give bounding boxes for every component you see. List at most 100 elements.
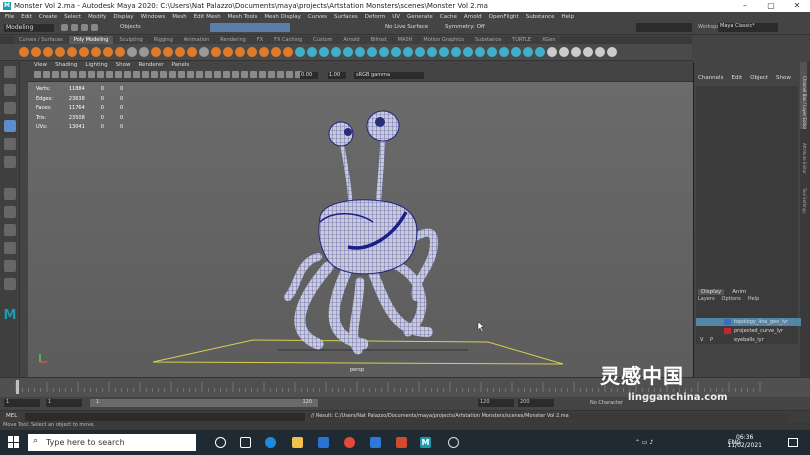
menu-deform[interactable]: Deform [365,14,385,20]
layout-hypershade-icon[interactable] [3,278,16,290]
file-explorer-icon[interactable] [292,437,303,448]
shelf-tool-icon[interactable] [403,47,413,57]
menu-mesh[interactable]: Mesh [172,14,186,20]
command-search-input[interactable] [636,23,692,32]
panel-menu-lighting[interactable]: Lighting [85,62,107,70]
layer-row[interactable]: projected_curve_lyr [696,327,801,335]
layer-visibility-toggle[interactable]: V [700,337,703,343]
panel-tool-icon[interactable] [97,71,104,78]
shelf-tab-bifrost[interactable]: Bifrost [365,36,392,44]
shelf-tool-icon[interactable] [331,47,341,57]
panel-tool-icon[interactable] [196,71,203,78]
start-time-input[interactable]: 1 [4,399,40,407]
menu-substance[interactable]: Substance [526,14,555,20]
shelf-tool-icon[interactable] [415,47,425,57]
shelf-tab-motion-graphics[interactable]: Motion Graphics [418,36,470,44]
shelf-tool-icon[interactable] [475,47,485,57]
store-icon[interactable] [396,437,407,448]
shelf-tool-icon[interactable] [91,47,101,57]
layer-color-swatch[interactable] [724,319,731,325]
layout-graph-icon[interactable] [3,260,16,272]
side-tab-attribute-editor[interactable]: Attribute Editor [800,129,807,174]
shelf-tool-icon[interactable] [31,47,41,57]
shelf-tab-turtle[interactable]: TURTLE [507,36,536,44]
shelf-tab-substance[interactable]: Substance [470,36,507,44]
shelf-tool-icon[interactable] [163,47,173,57]
edge-icon[interactable] [265,437,276,448]
range-start-input[interactable]: 1 [46,399,82,407]
panel-tool-icon[interactable] [223,71,230,78]
layer-tab-display[interactable]: Display [698,289,725,295]
range-bar[interactable]: 1 120 [90,399,318,407]
shelf-tool-icon[interactable] [499,47,509,57]
shelf-tool-icon[interactable] [151,47,161,57]
shelf-tool-icon[interactable] [391,47,401,57]
menu-edit-mesh[interactable]: Edit Mesh [194,14,221,20]
panel-tool-icon[interactable] [232,71,239,78]
panel-tool-icon[interactable] [133,71,140,78]
shelf-tool-icon[interactable] [451,47,461,57]
mail-icon[interactable] [370,437,381,448]
shelf-tool-icon[interactable] [343,47,353,57]
objects-dropdown[interactable]: Objects [120,24,141,30]
character-set-dropdown[interactable]: No Character [590,400,623,406]
menu-surfaces[interactable]: Surfaces [334,14,358,20]
live-surface-dropdown[interactable]: No Live Surface [385,24,428,30]
panel-tool-icon[interactable] [160,71,167,78]
shelf-tool-icon[interactable] [535,47,545,57]
shelf-tool-icon[interactable] [43,47,53,57]
layer-playback-toggle[interactable]: P [710,337,713,343]
tray-icons[interactable]: ⌃ ▭ ♪ [635,439,653,446]
shelf-tool-icon[interactable] [367,47,377,57]
shelf-tab-rigging[interactable]: Rigging [148,36,178,44]
shelf-tool-icon[interactable] [235,47,245,57]
colorspace-dropdown[interactable]: sRGB gamma [354,72,424,79]
layer-menu-layers[interactable]: Layers [698,296,715,302]
mode-dropdown[interactable]: Modeling [4,24,54,32]
side-tab-channel-box[interactable]: Channel Box / Layer Editor [800,62,807,130]
menu-generate[interactable]: Generate [407,14,433,20]
mel-command-input[interactable] [25,413,305,421]
panel-tool-icon[interactable] [187,71,194,78]
panel-tool-icon[interactable] [106,71,113,78]
layout-four-icon[interactable] [3,206,16,218]
mel-label[interactable]: MEL [6,413,17,419]
layer-menu-help[interactable]: Help [748,296,759,302]
menu-edit[interactable]: Edit [21,14,32,20]
shelf-tool-icon[interactable] [187,47,197,57]
shelf-tool-icon[interactable] [379,47,389,57]
layout-outliner-icon[interactable] [3,242,16,254]
panel-tool-icon[interactable] [250,71,257,78]
shelf-tool-icon[interactable] [295,47,305,57]
panel-tool-icon[interactable] [169,71,176,78]
layout-single-icon[interactable] [3,188,16,200]
shelf-tool-icon[interactable] [127,47,137,57]
channel-tab-channels[interactable]: Channels [698,75,723,81]
panel-tool-icon[interactable] [142,71,149,78]
panel-tool-icon[interactable] [79,71,86,78]
shelf-tab-sculpting[interactable]: Sculpting [114,36,148,44]
shelf-tool-icon[interactable] [523,47,533,57]
shelf-tool-icon[interactable] [175,47,185,57]
panel-tool-icon[interactable] [259,71,266,78]
menu-display[interactable]: Display [113,14,133,20]
gamma-input[interactable]: 1.00 [328,72,346,79]
shelf-tool-icon[interactable] [595,47,605,57]
symmetry-dropdown[interactable]: Symmetry: Off [445,24,485,30]
panel-menu-view[interactable]: View [34,62,47,70]
menu-mesh-tools[interactable]: Mesh Tools [228,14,258,20]
panel-tool-icon[interactable] [268,71,275,78]
system-clock[interactable]: 06:36 11/02/2021 [727,434,762,450]
shelf-tool-icon[interactable] [427,47,437,57]
shelf-tool-icon[interactable] [571,47,581,57]
workspace-dropdown[interactable]: Maya Classic* [718,23,778,32]
shelf-tool-icon[interactable] [463,47,473,57]
shelf-tool-icon[interactable] [103,47,113,57]
layout-side-icon[interactable] [3,224,16,236]
menu-cache[interactable]: Cache [440,14,457,20]
exposure-input[interactable]: 0.00 [300,72,318,79]
menu-modify[interactable]: Modify [88,14,106,20]
panel-tool-icon[interactable] [88,71,95,78]
shelf-tool-icon[interactable] [67,47,77,57]
panel-tool-icon[interactable] [52,71,59,78]
